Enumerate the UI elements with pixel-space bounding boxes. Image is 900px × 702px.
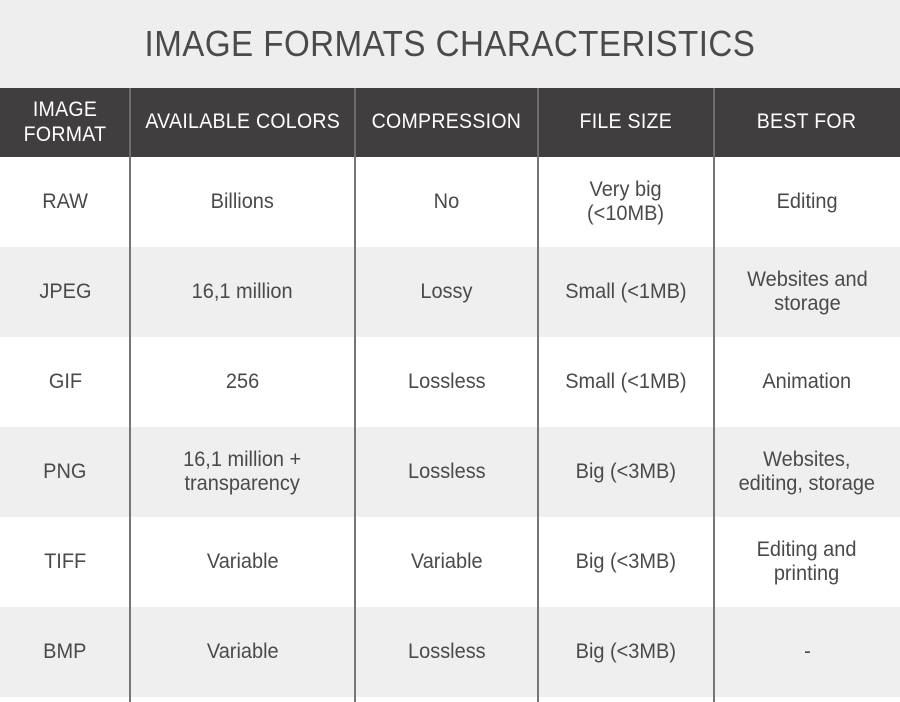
cell-file-size-text: Small (<1MB) <box>565 279 687 303</box>
cell-compression-text: Variable <box>410 549 483 573</box>
cell-format: GIF <box>0 337 130 427</box>
cell-best-for: Editing and printing <box>714 517 900 607</box>
cell-best-for: Websites, editing, storage <box>714 427 900 517</box>
column-divider-3 <box>537 88 539 702</box>
cell-format: BMP <box>0 607 130 697</box>
cell-file-size: Small (<1MB) <box>538 247 714 337</box>
cell-file-size-text: Very big (<10MB) <box>587 177 665 225</box>
cell-colors: 16,1 million <box>130 247 355 337</box>
table-row: TIFF Variable Variable Big (<3MB) Editin… <box>0 517 900 607</box>
cell-best-for-text: Editing and printing <box>757 537 857 585</box>
cell-file-size-text: Big (<3MB) <box>575 549 677 573</box>
table-row: RAW Billions No Very big (<10MB) Editing <box>0 157 900 247</box>
table-header-row: IMAGE FORMAT AVAILABLE COLORS COMPRESSIO… <box>0 88 900 157</box>
cell-format-text: TIFF <box>43 549 87 573</box>
cell-format-text: JPEG <box>38 279 92 303</box>
cell-format-text: BMP <box>43 639 87 663</box>
column-header-available-colors: AVAILABLE COLORS <box>130 88 355 157</box>
cell-colors-text: 16,1 million + transparency <box>183 447 302 495</box>
table-row: JPEG 16,1 million Lossy Small (<1MB) Web… <box>0 247 900 337</box>
cell-colors-text: Billions <box>210 189 275 213</box>
cell-file-size: Big (<3MB) <box>538 427 714 517</box>
cell-format-text: GIF <box>48 369 82 393</box>
column-divider-4 <box>713 88 715 702</box>
cell-compression: No <box>355 157 538 247</box>
cell-colors: 256 <box>130 337 355 427</box>
column-header-best-for: BEST FOR <box>714 88 900 157</box>
cell-colors: Variable <box>130 517 355 607</box>
cell-best-for-text: - <box>803 639 811 663</box>
cell-format: RAW <box>0 157 130 247</box>
cell-file-size: Small (<1MB) <box>538 337 714 427</box>
table-row: BMP Variable Lossless Big (<3MB) - <box>0 607 900 697</box>
cell-compression-text: Lossless <box>407 459 486 483</box>
cell-best-for: Websites and storage <box>714 247 900 337</box>
column-header-best-for-label: BEST FOR <box>757 110 857 134</box>
cell-best-for-text: Websites and storage <box>746 267 868 315</box>
column-header-image-format: IMAGE FORMAT <box>0 88 130 157</box>
column-header-file-size: FILE SIZE <box>538 88 714 157</box>
header-column-divider-2 <box>354 88 356 157</box>
cell-colors: Billions <box>130 157 355 247</box>
header-column-divider-1 <box>129 88 131 157</box>
cell-best-for-text: Websites, editing, storage <box>738 447 876 495</box>
cell-colors: 16,1 million + transparency <box>130 427 355 517</box>
column-divider-2 <box>354 88 356 702</box>
table-row: GIF 256 Lossless Small (<1MB) Animation <box>0 337 900 427</box>
table-row: PNG 16,1 million + transparency Lossless… <box>0 427 900 517</box>
page-title: IMAGE FORMATS CHARACTERISTICS <box>144 23 756 64</box>
cell-file-size: Very big (<10MB) <box>538 157 714 247</box>
cell-best-for: Editing <box>714 157 900 247</box>
cell-colors: Variable <box>130 607 355 697</box>
cell-compression-text: Lossy <box>420 279 473 303</box>
cell-file-size-text: Big (<3MB) <box>575 459 677 483</box>
cell-compression: Lossless <box>355 337 538 427</box>
column-header-file-size-label: FILE SIZE <box>579 110 673 134</box>
column-header-compression: COMPRESSION <box>355 88 538 157</box>
cell-best-for-text: Editing <box>776 189 838 213</box>
column-divider-1 <box>129 88 131 702</box>
cell-best-for-text: Animation <box>762 369 852 393</box>
image-formats-characteristics-page: IMAGE FORMATS CHARACTERISTICS IMAGE FORM… <box>0 0 900 702</box>
characteristics-table: IMAGE FORMAT AVAILABLE COLORS COMPRESSIO… <box>0 88 900 702</box>
title-band: IMAGE FORMATS CHARACTERISTICS <box>0 0 900 88</box>
cell-file-size-text: Small (<1MB) <box>565 369 687 393</box>
header-column-divider-4 <box>713 88 715 157</box>
cell-compression: Lossy <box>355 247 538 337</box>
cell-compression: Variable <box>355 517 538 607</box>
cell-colors-text: 256 <box>225 369 260 393</box>
cell-colors-text: Variable <box>206 639 279 663</box>
cell-best-for: - <box>714 607 900 697</box>
cell-colors-text: Variable <box>206 549 279 573</box>
cell-compression-text: Lossless <box>407 639 486 663</box>
cell-compression-text: Lossless <box>407 369 486 393</box>
cell-compression: Lossless <box>355 607 538 697</box>
cell-colors-text: 16,1 million <box>192 279 293 303</box>
cell-format: PNG <box>0 427 130 517</box>
cell-file-size: Big (<3MB) <box>538 607 714 697</box>
column-header-image-format-label: IMAGE FORMAT <box>23 98 107 146</box>
cell-format: TIFF <box>0 517 130 607</box>
cell-format-text: PNG <box>43 459 87 483</box>
column-header-compression-label: COMPRESSION <box>371 110 522 134</box>
cell-compression-text: No <box>433 189 460 213</box>
cell-format-text: RAW <box>42 189 88 213</box>
cell-file-size: Big (<3MB) <box>538 517 714 607</box>
column-header-available-colors-label: AVAILABLE COLORS <box>145 110 340 134</box>
cell-best-for: Animation <box>714 337 900 427</box>
cell-compression: Lossless <box>355 427 538 517</box>
cell-format: JPEG <box>0 247 130 337</box>
cell-file-size-text: Big (<3MB) <box>575 639 677 663</box>
header-column-divider-3 <box>537 88 539 157</box>
